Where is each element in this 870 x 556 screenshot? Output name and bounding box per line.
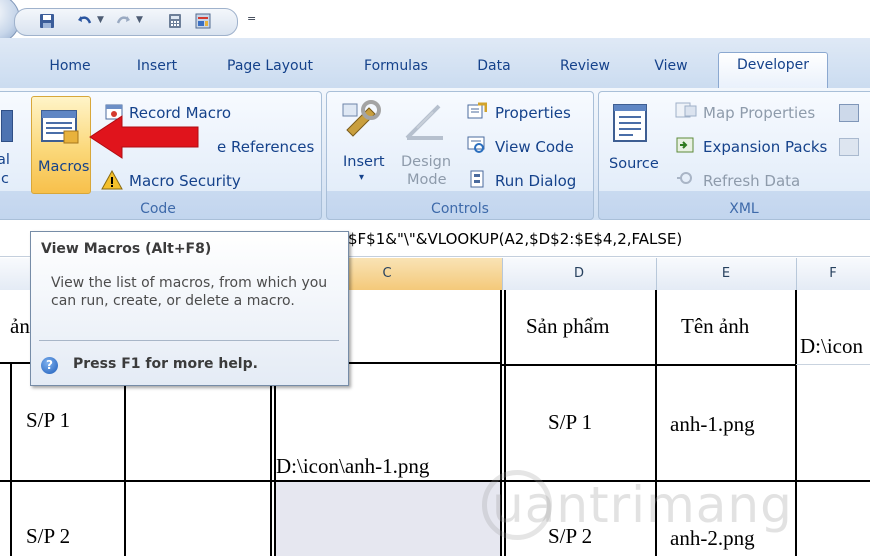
xml-group-label: XML xyxy=(729,201,759,217)
tab-insert[interactable]: Insert xyxy=(122,54,192,80)
grid-line xyxy=(502,364,796,366)
help-icon: ? xyxy=(41,357,58,374)
view-code-button[interactable]: View Code xyxy=(495,138,574,156)
cell-a2[interactable]: S/P 1 xyxy=(26,408,70,433)
cell-e1[interactable]: Tên ảnh xyxy=(681,314,749,339)
visual-basic-icon[interactable] xyxy=(1,110,13,142)
tab-review[interactable]: Review xyxy=(548,54,622,80)
watermark-text: uantrimang xyxy=(492,476,793,534)
tab-view[interactable]: View xyxy=(640,54,702,80)
formula-text[interactable]: $F$1&"\"&VLOOKUP(A2,$D$2:$E$4,2,FALSE) xyxy=(348,230,682,248)
tooltip-help-text: Press F1 for more help. xyxy=(73,356,258,372)
visual-basic-label-partial[interactable]: al xyxy=(0,152,10,168)
map-properties-button[interactable]: Map Properties xyxy=(703,104,815,122)
grid-line xyxy=(795,290,797,556)
undo-icon[interactable] xyxy=(77,13,93,29)
use-relative-references-button[interactable]: e References xyxy=(217,138,314,156)
grid-line xyxy=(270,364,272,556)
insert-controls-icon xyxy=(342,100,381,137)
column-header-e[interactable]: E xyxy=(656,258,797,290)
cell-c2[interactable]: D:\icon\anh-1.png xyxy=(276,454,429,479)
macros-button[interactable]: Macros xyxy=(31,96,91,194)
calculator-icon[interactable] xyxy=(167,13,183,29)
ribbon-tabs: Home Insert Page Layout Formulas Data Re… xyxy=(0,38,870,90)
insert-dropdown-icon[interactable]: ▾ xyxy=(359,172,364,183)
source-button[interactable]: Source xyxy=(609,156,659,172)
refresh-data-icon xyxy=(677,172,692,184)
grid-line xyxy=(124,364,126,556)
code-group-label: Code xyxy=(140,201,176,217)
controls-group: Insert ▾ Design Mode Properties View Cod… xyxy=(326,91,594,220)
export-icon[interactable] xyxy=(839,138,859,156)
properties-icon xyxy=(467,102,487,119)
column-header-f[interactable]: F xyxy=(796,258,870,290)
red-arrow-annotation xyxy=(89,115,199,159)
grid-line xyxy=(10,364,12,556)
view-code-icon xyxy=(467,136,485,153)
tooltip-title: View Macros (Alt+F8) xyxy=(41,241,212,257)
selected-cell-c3[interactable] xyxy=(274,482,500,556)
form-icon[interactable] xyxy=(195,13,211,29)
macro-security-button[interactable]: Macro Security xyxy=(129,172,241,190)
cell-e2[interactable]: anh-1.png xyxy=(670,412,755,437)
quick-access-toolbar: ▼ ▼ = xyxy=(0,0,870,44)
macros-tooltip: View Macros (Alt+F8) View the list of ma… xyxy=(30,231,349,386)
run-dialog-icon xyxy=(470,170,484,188)
run-dialog-button[interactable]: Run Dialog xyxy=(495,172,576,190)
tab-home[interactable]: Home xyxy=(38,54,102,80)
macros-label: Macros xyxy=(38,159,90,175)
expansion-packs-icon xyxy=(676,137,694,153)
column-header-d[interactable]: D xyxy=(502,258,657,290)
source-icon xyxy=(613,104,647,142)
tooltip-divider xyxy=(39,340,339,341)
save-icon[interactable] xyxy=(39,13,55,29)
cell-d2[interactable]: S/P 1 xyxy=(548,410,592,435)
grid-line xyxy=(796,364,870,365)
xml-group: Source Map Properties Expansion Packs Re… xyxy=(598,91,870,220)
insert-controls-button[interactable]: Insert xyxy=(343,154,385,170)
controls-group-label: Controls xyxy=(431,201,489,217)
visual-basic-label-partial-2[interactable]: c xyxy=(1,171,9,187)
refresh-data-button[interactable]: Refresh Data xyxy=(703,172,800,190)
undo-dropdown-icon[interactable]: ▼ xyxy=(97,15,104,25)
customize-quick-access-icon[interactable]: = xyxy=(247,12,256,25)
design-mode-label-1[interactable]: Design xyxy=(401,154,451,170)
design-mode-icon xyxy=(405,104,443,140)
tab-formulas[interactable]: Formulas xyxy=(350,54,442,80)
tooltip-body: View the list of macros, from which you … xyxy=(51,275,328,309)
design-mode-label-2[interactable]: Mode xyxy=(407,172,447,188)
tab-data[interactable]: Data xyxy=(465,54,523,80)
cell-f1[interactable]: D:\icon xyxy=(800,334,863,359)
cell-a1[interactable]: ản xyxy=(10,314,30,339)
warning-icon xyxy=(101,170,123,190)
quick-access-bar: ▼ ▼ xyxy=(14,8,238,36)
redo-icon[interactable] xyxy=(115,13,131,29)
cell-d1[interactable]: Sản phẩm xyxy=(526,314,609,339)
map-properties-icon xyxy=(675,102,697,118)
import-icon[interactable] xyxy=(839,104,859,122)
tab-page-layout[interactable]: Page Layout xyxy=(218,54,322,80)
tab-developer[interactable]: Developer xyxy=(718,52,828,90)
expansion-packs-button[interactable]: Expansion Packs xyxy=(703,138,827,156)
properties-button[interactable]: Properties xyxy=(495,104,571,122)
cell-a3[interactable]: S/P 2 xyxy=(26,524,70,549)
redo-dropdown-icon[interactable]: ▼ xyxy=(136,15,143,25)
macros-icon xyxy=(41,110,79,144)
